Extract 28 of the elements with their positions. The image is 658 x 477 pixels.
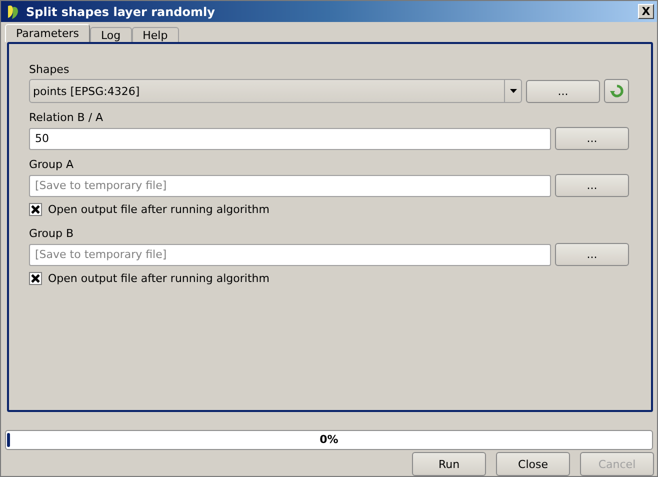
tab[interactable]: Help xyxy=(132,27,179,42)
progress-reading: 0% xyxy=(320,433,338,446)
app-logo-icon xyxy=(6,4,20,20)
layer-dropdown[interactable]: points [EPSG:4326] xyxy=(29,79,522,104)
browse-button[interactable]: ... xyxy=(526,80,600,103)
tab[interactable]: Log xyxy=(90,27,132,42)
dialog-button[interactable]: Run xyxy=(412,452,486,476)
browse-button[interactable]: ... xyxy=(555,127,629,150)
checkbox[interactable] xyxy=(29,203,42,216)
input-field[interactable]: 50 xyxy=(29,128,551,150)
browse-button[interactable]: ... xyxy=(555,174,629,198)
tab[interactable]: Parameters xyxy=(5,24,90,42)
checkbox-label: Open output file after running algorithm xyxy=(48,272,270,286)
browse-button[interactable]: ... xyxy=(555,243,629,266)
refresh-button[interactable] xyxy=(604,79,629,104)
refresh-icon xyxy=(610,84,624,98)
field-label: Shapes xyxy=(29,62,70,78)
dialog-button[interactable]: Close xyxy=(496,452,570,476)
field-label: Relation B / A xyxy=(29,110,104,126)
window-close-button[interactable]: X xyxy=(638,4,654,20)
field-label: Group A xyxy=(29,157,75,172)
window-title: Split shapes layer randomly xyxy=(26,4,216,19)
caret-icon xyxy=(510,89,516,94)
checkbox-label: Open output file after running algorithm xyxy=(48,203,270,216)
input-field[interactable]: [Save to temporary file] xyxy=(29,244,551,266)
input-field[interactable]: [Save to temporary file] xyxy=(29,174,551,197)
checkbox[interactable] xyxy=(29,272,42,286)
field-label: Group B xyxy=(29,226,75,242)
